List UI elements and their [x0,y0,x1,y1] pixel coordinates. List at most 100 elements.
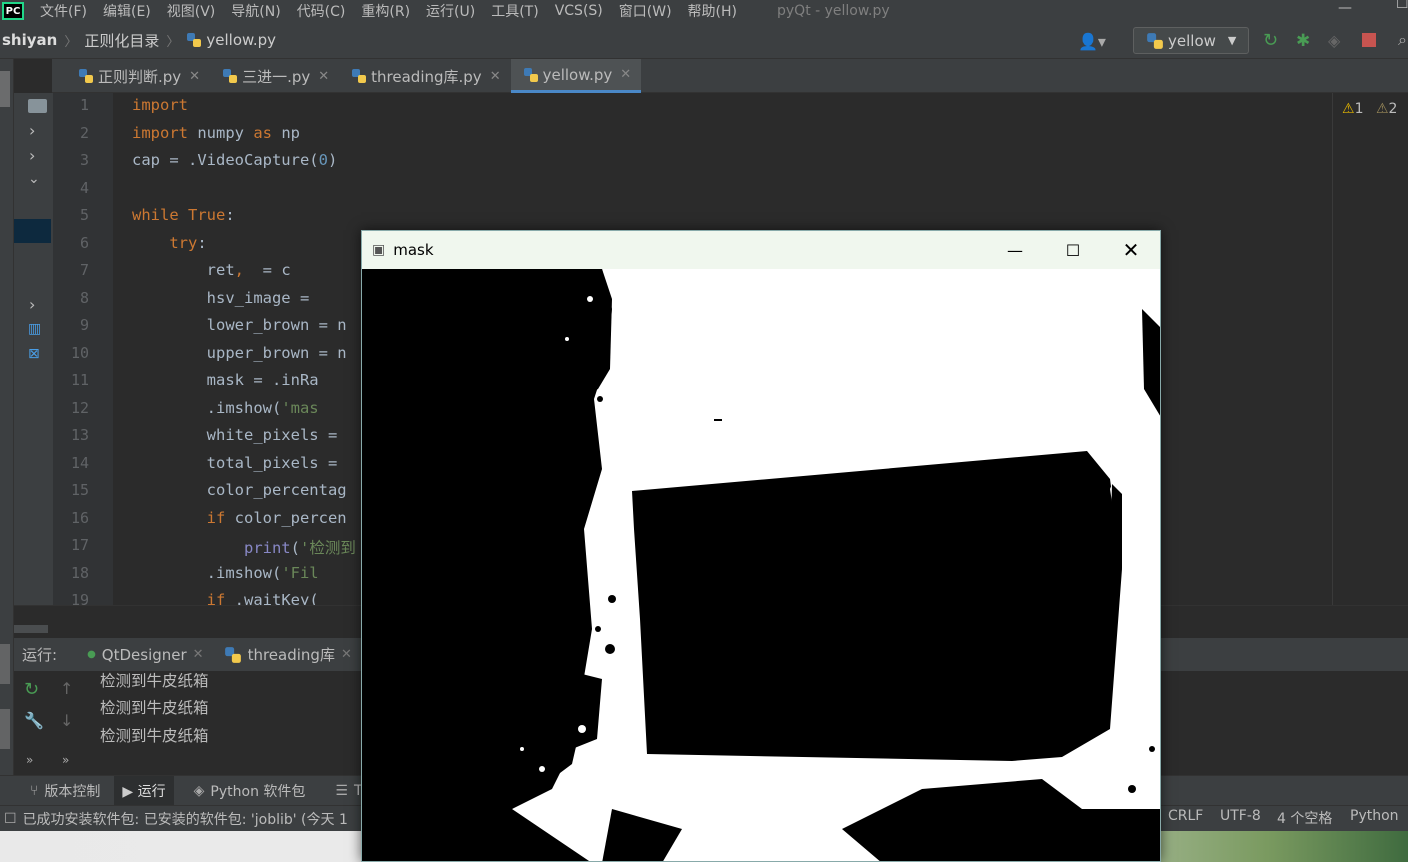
menu-help[interactable]: 帮助(H) [688,1,737,21]
minimize-icon[interactable]: — [986,231,1044,269]
project-tool-button[interactable] [0,71,10,107]
menu-refactor[interactable]: 重构(R) [361,1,410,21]
run-config-select[interactable]: yellow ▼ [1133,27,1249,54]
scratches-icon[interactable]: ▥ [28,321,41,337]
line-number: 8 [79,288,89,307]
line-separator[interactable]: CRLF [1168,808,1203,824]
menu-navigate[interactable]: 导航(N) [231,1,280,21]
code-line[interactable]: import numpy as np [132,124,300,142]
code-line[interactable]: total_pixels = [132,454,347,472]
close-icon[interactable]: ✕ [189,69,200,84]
code-line[interactable]: color_percentag [132,481,347,499]
console-line: 检测到牛皮纸箱 [100,672,209,690]
menu-edit[interactable]: 编辑(E) [103,1,151,21]
tool-run[interactable]: ▶ 运行 [114,775,174,806]
code-line[interactable]: mask = .inRa [132,371,319,389]
close-icon[interactable]: ✕ [490,69,501,84]
code-line[interactable]: .imshow('Fil [132,564,319,582]
tab-yellow[interactable]: yellow.py ✕ [510,59,642,93]
python-file-icon [1147,32,1163,49]
line-number: 13 [70,426,89,444]
code-line[interactable]: import [132,96,197,114]
chevron-right-icon[interactable]: › [29,295,35,314]
close-icon[interactable]: ✕ [341,647,352,662]
menu-vcs[interactable]: VCS(S) [555,3,603,19]
structure-tool-button[interactable] [0,709,10,749]
arrow-up-icon[interactable]: ↑ [60,679,73,698]
rerun-icon[interactable]: ↻ [24,679,39,700]
close-icon[interactable]: ✕ [318,69,329,84]
menu-window[interactable]: 窗口(W) [619,1,672,21]
code-line[interactable]: lower_brown = n [132,316,347,334]
chevron-right-icon: 〉 [64,34,78,50]
more-icon[interactable]: » [62,753,69,767]
interpreter[interactable]: Python [1350,808,1399,824]
breadcrumb-folder[interactable]: 正则化目录 [84,30,159,51]
editor-tabs: 正则判断.py ✕ 三进一.py ✕ threading库.py ✕ yello… [52,59,1408,93]
chevron-right-icon[interactable]: › [29,146,35,165]
menu-code[interactable]: 代码(C) [297,1,346,21]
code-line[interactable]: print('检测到 [132,536,356,558]
stop-icon[interactable] [1362,33,1376,47]
file-encoding[interactable]: UTF-8 [1220,808,1261,824]
menu-run[interactable]: 运行(U) [426,1,475,21]
mask-window[interactable]: ▣ mask — ☐ ✕ [361,230,1161,862]
chevron-right-icon[interactable]: › [29,121,35,140]
code-line[interactable]: white_pixels = [132,426,347,444]
rerun-icon[interactable]: ↻ [1263,30,1278,51]
search-icon[interactable]: ⌕ [1398,30,1407,50]
tab-sanjinyi[interactable]: 三进一.py ✕ [210,59,339,93]
menu-view[interactable]: 视图(V) [167,1,216,21]
menu-file[interactable]: 文件(F) [40,1,87,21]
code-line[interactable]: while True: [132,206,235,224]
folder-icon[interactable] [28,99,47,113]
close-icon[interactable]: ✕ [193,647,204,662]
user-icon[interactable]: 👤▾ [1078,32,1106,51]
line-number: 15 [70,481,89,499]
python-file-icon [223,69,238,83]
line-number: 6 [79,233,89,252]
coverage-icon[interactable]: ◈ [1328,31,1340,50]
wrench-icon[interactable]: 🔧 [24,711,44,730]
code-line[interactable]: cap = .VideoCapture(0) [132,151,337,169]
line-number: 11 [70,371,89,389]
run-tab-threading[interactable]: threading库 [248,644,335,665]
close-icon[interactable]: ✕ [620,67,631,82]
external-libraries-icon[interactable]: ⊠ [28,346,40,362]
tree-selection[interactable] [14,219,51,243]
code-line[interactable]: upper_brown = n [132,344,347,362]
inspection-widget[interactable]: ⚠1 ⚠2 [1342,101,1397,117]
debug-icon[interactable]: ✱ [1296,31,1310,51]
bookmarks-tool-button[interactable] [0,644,10,684]
code-line[interactable]: hsv_image = [132,289,319,307]
status-message[interactable]: 已成功安装软件包: 已安装的软件包: 'joblib' (今天 1 [23,809,348,829]
close-icon[interactable]: ✕ [1102,231,1160,269]
mask-window-titlebar[interactable]: ▣ mask — ☐ ✕ [362,231,1160,269]
code-line[interactable]: .imshow('mas [132,399,319,417]
code-line[interactable]: if .waitKey( [132,591,319,605]
code-line[interactable]: ret, = c [132,261,291,279]
maximize-icon[interactable]: ☐ [1044,231,1102,269]
console-line: 检测到牛皮纸箱 [100,699,209,717]
breadcrumb-file[interactable]: yellow.py [206,31,276,49]
project-pane: › › ⌄ › ▥ ⊠ [14,93,53,633]
horizontal-scrollbar[interactable] [14,625,48,633]
breadcrumb-project[interactable]: shiyan [2,31,57,49]
tool-python-packages[interactable]: Python 软件包 [210,781,305,801]
tool-run-label: 运行 [137,783,166,800]
code-line[interactable]: if color_percen [132,509,347,527]
minimize-icon[interactable]: — [1338,0,1352,16]
weak-warning-count: 2 [1388,101,1398,117]
arrow-down-icon[interactable]: ↓ [60,711,73,730]
menu-tools[interactable]: 工具(T) [491,1,538,21]
tool-vcs[interactable]: 版本控制 [44,781,100,801]
chevron-down-icon[interactable]: ⌄ [28,171,40,187]
tab-label: threading库.py [371,67,482,86]
tab-threading[interactable]: threading库.py ✕ [339,59,510,93]
run-tab-qtdesigner[interactable]: QtDesigner [102,646,187,664]
more-icon[interactable]: » [26,753,33,767]
indent-setting[interactable]: 4 个空格 [1277,808,1332,828]
tab-regex[interactable]: 正则判断.py ✕ [52,59,210,93]
code-line[interactable]: try: [132,234,206,252]
maximize-icon[interactable]: ☐ [1396,0,1408,12]
